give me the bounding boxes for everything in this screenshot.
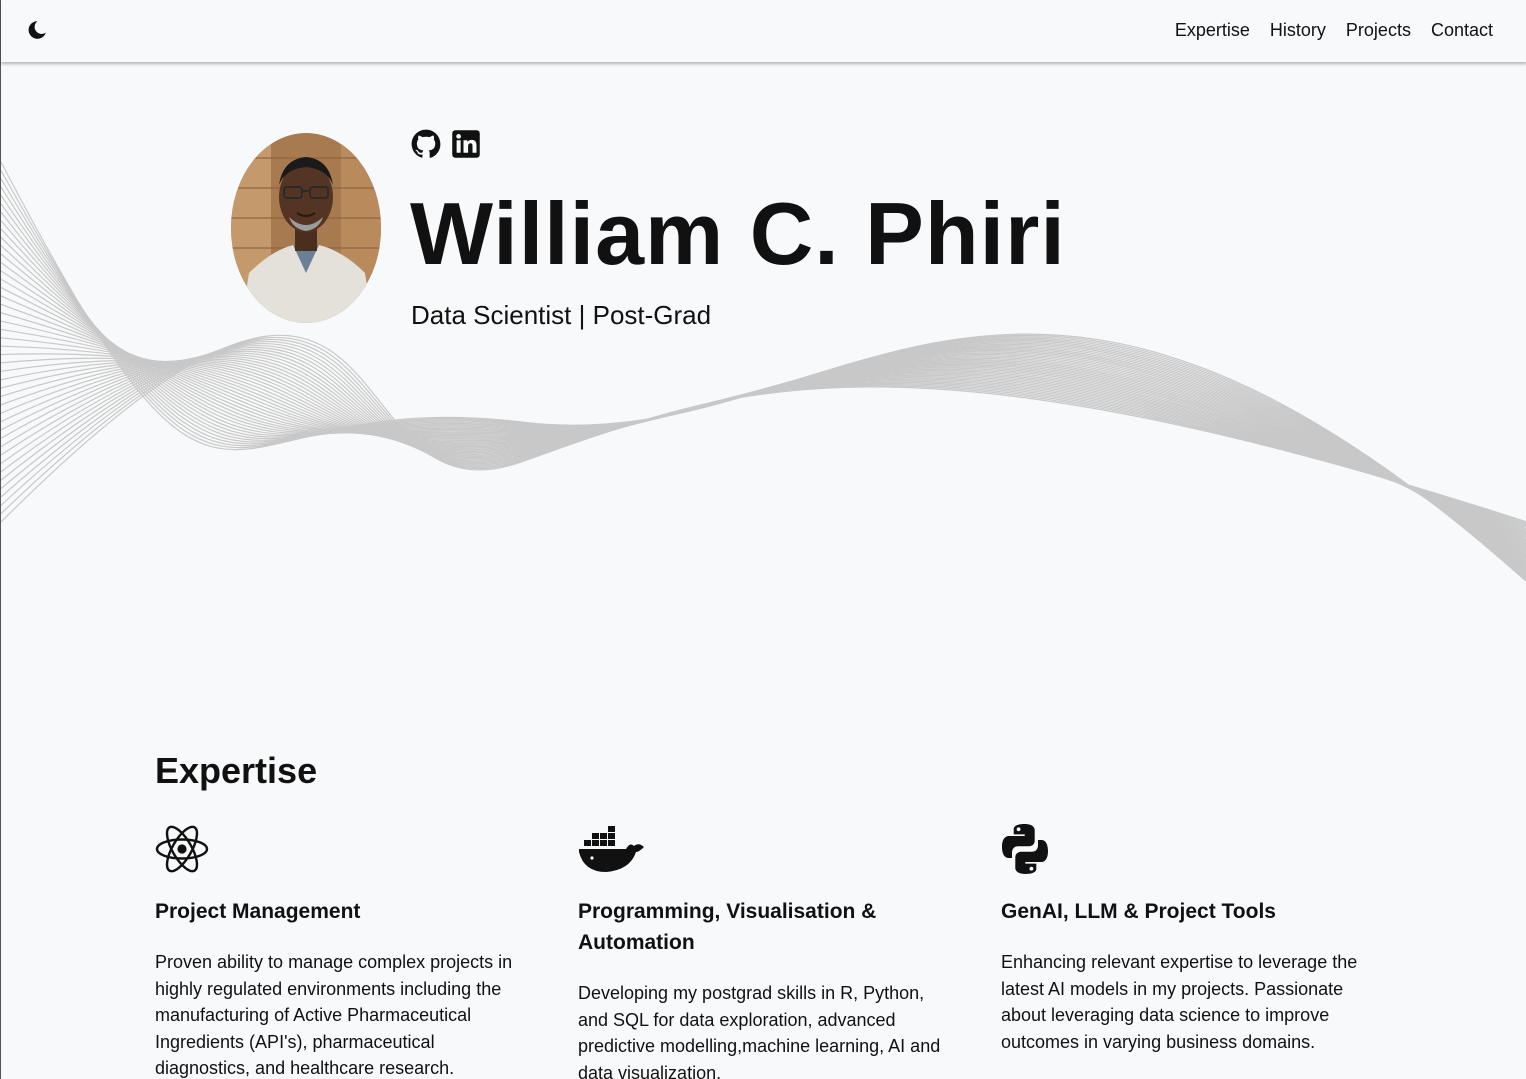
moon-icon[interactable] — [25, 18, 49, 42]
linkedin-icon[interactable] — [451, 129, 481, 159]
wave-lines-background — [1, 161, 1526, 582]
nav-link-expertise[interactable]: Expertise — [1175, 18, 1250, 42]
card-text: Developing my postgrad skills in R, Pyth… — [578, 983, 941, 1079]
expertise-card-project-management: Project Management Proven ability to man… — [155, 822, 525, 1079]
card-title: Programming, Visualisation & Automation — [578, 900, 877, 954]
nav-link-history[interactable]: History — [1270, 18, 1326, 42]
navbar: Expertise History Projects Contact — [1, 0, 1526, 62]
hero-subtitle: Data Scientist | Post-Grad — [411, 300, 712, 330]
card-text: Enhancing relevant expertise to leverage… — [1001, 952, 1358, 1052]
hero-section: William C. Phiri Data Scientist | Post-G… — [1, 62, 1526, 582]
expertise-card-programming: Programming, Visualisation & Automation … — [578, 822, 948, 1079]
card-text: Proven ability to manage complex project… — [155, 952, 513, 1078]
github-icon[interactable] — [411, 129, 441, 159]
docker-whale-icon — [579, 826, 644, 872]
nav-link-contact[interactable]: Contact — [1431, 18, 1493, 42]
nav-links: Expertise History Projects Contact — [1155, 18, 1493, 42]
card-title: GenAI, LLM & Project Tools — [1001, 900, 1276, 923]
python-icon — [1002, 824, 1048, 874]
hero-name: William C. Phiri — [410, 184, 1066, 283]
react-atom-icon — [155, 825, 209, 873]
expertise-card-genai: GenAI, LLM & Project Tools Enhancing rel… — [1001, 822, 1371, 1055]
expertise-heading: Expertise — [155, 750, 318, 791]
nav-link-projects[interactable]: Projects — [1346, 18, 1411, 42]
card-title: Project Management — [155, 900, 361, 923]
social-links — [411, 129, 491, 159]
avatar — [231, 133, 381, 323]
